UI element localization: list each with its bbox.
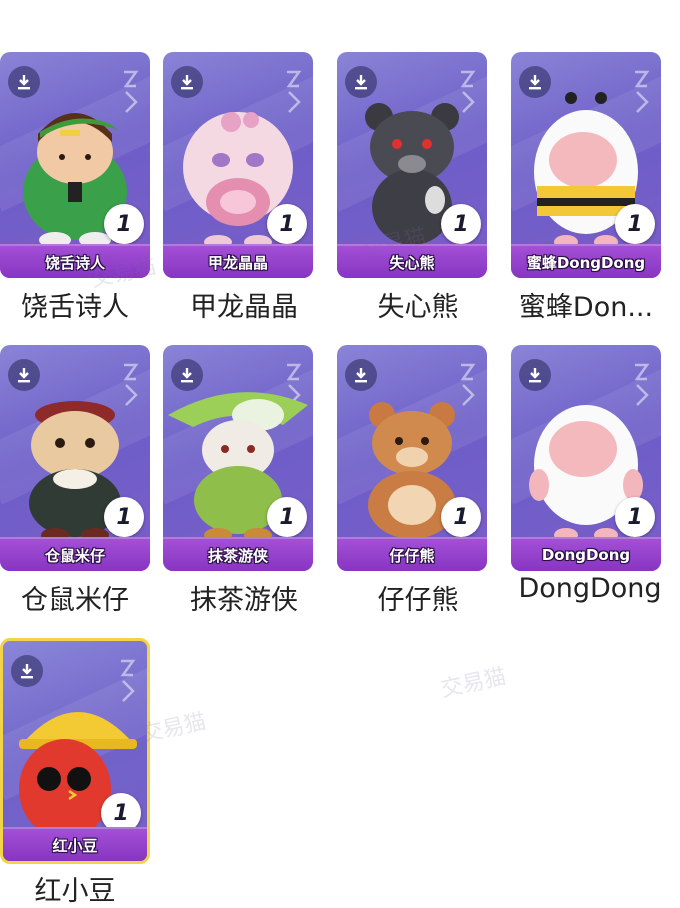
item-card-red-bean[interactable]: 1 红小豆: [0, 638, 150, 864]
name-band: 仔仔熊: [337, 537, 487, 571]
count-badge: 1: [104, 497, 144, 537]
name-band: 甲龙晶晶: [163, 244, 313, 278]
item-name-label: 蜜蜂DongDong: [526, 253, 646, 272]
count-badge: 1: [104, 204, 144, 244]
count-badge: 1: [267, 497, 307, 537]
item-caption: 抹茶游侠: [190, 585, 298, 616]
item-card-dongdong[interactable]: 1 DongDong: [511, 345, 661, 571]
item-name-label: 甲龙晶晶: [207, 253, 268, 272]
item-card-lost-heart-bear[interactable]: 1 失心熊: [337, 52, 487, 278]
item-caption: 甲龙晶晶: [190, 292, 298, 323]
item-caption: 仔仔熊: [377, 585, 459, 616]
item-card-bee-dongdong[interactable]: 1 蜜蜂DongDong: [511, 52, 661, 278]
item-name-label: 红小豆: [52, 836, 98, 855]
count-badge: 1: [615, 204, 655, 244]
item-caption: 仓鼠米仔: [21, 585, 129, 616]
count-badge: 1: [441, 204, 481, 244]
name-band: 饶舌诗人: [0, 244, 150, 278]
name-band: 红小豆: [3, 827, 147, 861]
name-band: DongDong: [511, 537, 661, 571]
item-name-label: 抹茶游侠: [207, 546, 268, 565]
count-badge: 1: [267, 204, 307, 244]
item-name-label: 仓鼠米仔: [44, 546, 105, 565]
name-band: 抹茶游侠: [163, 537, 313, 571]
count-badge: 1: [615, 497, 655, 537]
name-band: 仓鼠米仔: [0, 537, 150, 571]
item-card-ankylosaurus[interactable]: 1 甲龙晶晶: [163, 52, 313, 278]
item-caption: 红小豆: [34, 876, 116, 907]
item-name-label: DongDong: [541, 546, 631, 564]
item-card-rap-poet[interactable]: 1 饶舌诗人: [0, 52, 150, 278]
item-card-matcha-ranger[interactable]: 1 抹茶游侠: [163, 345, 313, 571]
count-badge: 1: [441, 497, 481, 537]
item-caption: DongDong: [518, 573, 662, 604]
name-band: 失心熊: [337, 244, 487, 278]
item-name-label: 饶舌诗人: [44, 253, 105, 272]
item-name-label: 失心熊: [389, 253, 435, 272]
watermark: 交易猫: [438, 664, 509, 703]
item-caption: 失心熊: [377, 292, 459, 323]
item-card-hamster-mizai[interactable]: 1 仓鼠米仔: [0, 345, 150, 571]
item-card-zaizai-bear[interactable]: 1 仔仔熊: [337, 345, 487, 571]
item-caption: 饶舌诗人: [21, 292, 129, 323]
item-name-label: 仔仔熊: [389, 546, 435, 565]
name-band: 蜜蜂DongDong: [511, 244, 661, 278]
item-caption: 蜜蜂Don...: [518, 292, 654, 323]
